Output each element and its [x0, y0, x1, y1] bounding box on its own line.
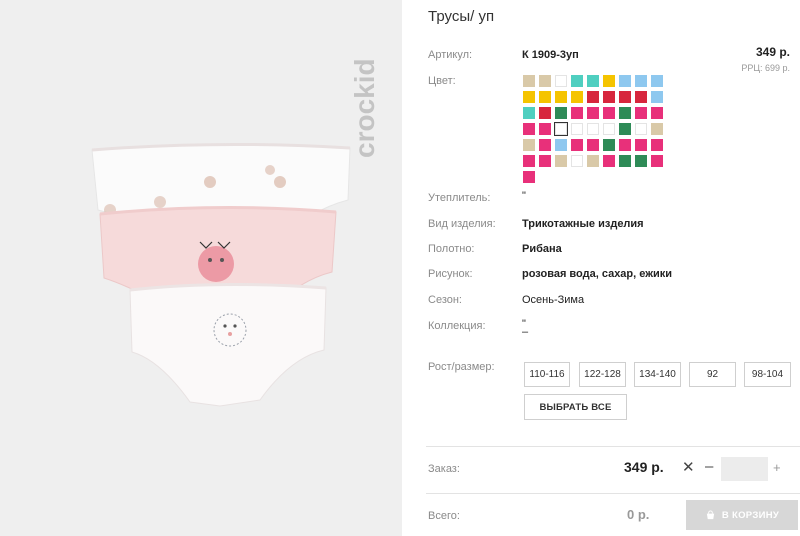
pattern-label: Рисунок: — [428, 268, 473, 280]
size-option[interactable]: 122-128 — [579, 362, 626, 387]
decrease-quantity-button[interactable]: – — [705, 458, 713, 475]
color-swatch[interactable] — [571, 139, 583, 151]
color-swatch[interactable] — [635, 155, 647, 167]
color-swatch[interactable] — [603, 123, 615, 135]
color-swatch[interactable] — [603, 91, 615, 103]
article-label: Артикул: — [428, 49, 473, 61]
color-swatch[interactable] — [587, 155, 599, 167]
clear-quantity-icon[interactable]: ✕ — [682, 458, 695, 476]
color-swatch[interactable] — [555, 107, 567, 119]
order-price: 349 р. — [624, 459, 664, 475]
color-swatch[interactable] — [523, 91, 535, 103]
insulation-value: " — [522, 190, 526, 202]
size-option[interactable]: 110-116 — [524, 362, 570, 387]
color-swatch[interactable] — [603, 139, 615, 151]
color-swatch[interactable] — [554, 122, 568, 136]
size-option[interactable]: 134-140 — [634, 362, 681, 387]
color-swatch[interactable] — [571, 107, 583, 119]
color-swatch[interactable] — [603, 155, 615, 167]
color-swatch[interactable] — [523, 155, 535, 167]
color-swatch[interactable] — [555, 139, 567, 151]
add-to-cart-button[interactable]: В КОРЗИНУ — [686, 500, 798, 530]
insulation-label: Утеплитель: — [428, 192, 491, 204]
color-swatch[interactable] — [571, 91, 583, 103]
fabric-label: Полотно: — [428, 243, 475, 255]
color-swatch[interactable] — [619, 75, 631, 87]
color-swatch[interactable] — [635, 91, 647, 103]
color-swatch[interactable] — [635, 107, 647, 119]
color-label: Цвет: — [428, 75, 456, 87]
color-swatch[interactable] — [555, 155, 567, 167]
color-swatch[interactable] — [587, 123, 599, 135]
color-swatch[interactable] — [539, 107, 551, 119]
total-divider — [426, 493, 800, 494]
collection-value-dash: – — [522, 326, 529, 338]
color-swatch[interactable] — [539, 91, 551, 103]
color-swatch[interactable] — [603, 75, 615, 87]
color-swatch[interactable] — [651, 139, 663, 151]
quantity-input[interactable] — [721, 457, 768, 481]
increase-quantity-button[interactable]: + — [773, 460, 781, 475]
product-info: Трусы/ уп Артикул: К 1909-3уп 349 р. РРЦ… — [402, 0, 800, 536]
color-swatch[interactable] — [523, 171, 535, 183]
color-swatch[interactable] — [571, 75, 583, 87]
color-swatch[interactable] — [523, 107, 535, 119]
color-swatch[interactable] — [587, 107, 599, 119]
product-illustration — [80, 140, 360, 440]
price-value: 349 р. — [755, 45, 790, 59]
color-swatch[interactable] — [539, 123, 551, 135]
color-swatch[interactable] — [619, 155, 631, 167]
product-title: Трусы/ уп — [428, 8, 495, 25]
size-label: Рост/размер: — [428, 361, 495, 373]
size-option[interactable]: 98-104 — [744, 362, 791, 387]
color-swatch[interactable] — [571, 123, 583, 135]
color-swatch[interactable] — [571, 155, 583, 167]
color-swatch[interactable] — [619, 107, 631, 119]
select-all-button[interactable]: ВЫБРАТЬ ВСЕ — [524, 394, 627, 420]
article-value: К 1909-3уп — [522, 49, 579, 61]
add-to-cart-label: В КОРЗИНУ — [721, 509, 780, 521]
type-label: Вид изделия: — [428, 218, 496, 230]
size-option[interactable]: 92 — [689, 362, 736, 387]
color-swatch[interactable] — [651, 123, 663, 135]
fabric-value: Рибана — [522, 243, 562, 255]
color-swatch[interactable] — [523, 75, 535, 87]
cart-icon — [706, 509, 715, 519]
color-swatch[interactable] — [555, 91, 567, 103]
type-value: Трикотажные изделия — [522, 218, 644, 230]
color-swatch[interactable] — [587, 75, 599, 87]
color-swatch[interactable] — [539, 139, 551, 151]
color-swatch[interactable] — [651, 155, 663, 167]
color-swatch[interactable] — [523, 139, 535, 151]
color-swatch[interactable] — [635, 139, 647, 151]
order-label: Заказ: — [428, 463, 460, 475]
color-swatch[interactable] — [539, 75, 551, 87]
color-swatch[interactable] — [619, 139, 631, 151]
color-swatch[interactable] — [603, 107, 615, 119]
season-label: Сезон: — [428, 294, 462, 306]
season-value: Осень-Зима — [522, 294, 585, 306]
color-swatch[interactable] — [523, 123, 535, 135]
color-swatch[interactable] — [587, 91, 599, 103]
rrc-price: РРЦ: 699 р. — [741, 63, 790, 73]
collection-label: Коллекция: — [428, 320, 486, 332]
color-swatch[interactable] — [619, 123, 631, 135]
total-label: Всего: — [428, 510, 460, 522]
color-swatch[interactable] — [619, 91, 631, 103]
color-swatch[interactable] — [651, 91, 663, 103]
color-swatch[interactable] — [651, 75, 663, 87]
color-swatch[interactable] — [651, 107, 663, 119]
color-swatch[interactable] — [555, 75, 567, 87]
color-swatch[interactable] — [587, 139, 599, 151]
color-swatch[interactable] — [539, 155, 551, 167]
order-divider — [426, 446, 800, 447]
color-swatch[interactable] — [635, 123, 647, 135]
total-price: 0 р. — [627, 507, 650, 522]
pattern-value: розовая вода, сахар, ежики — [522, 268, 673, 280]
product-photo: crockid — [0, 0, 402, 536]
color-swatch[interactable] — [635, 75, 647, 87]
